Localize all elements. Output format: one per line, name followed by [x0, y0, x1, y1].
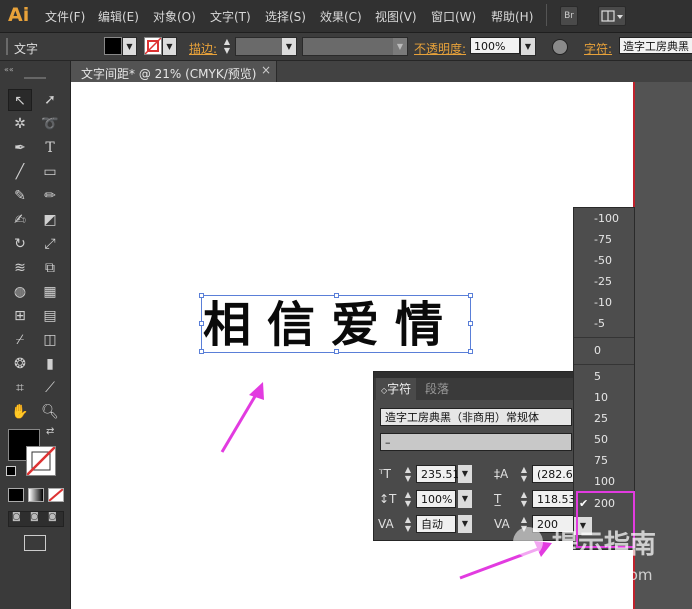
arrow-head	[249, 382, 264, 400]
watermark-logo	[513, 527, 543, 557]
annotation-arrows	[220, 382, 552, 580]
arrow-line	[220, 392, 259, 453]
watermark-url: zhinan.sogou.com	[516, 566, 653, 584]
watermark-text: 提示指南	[552, 530, 657, 560]
